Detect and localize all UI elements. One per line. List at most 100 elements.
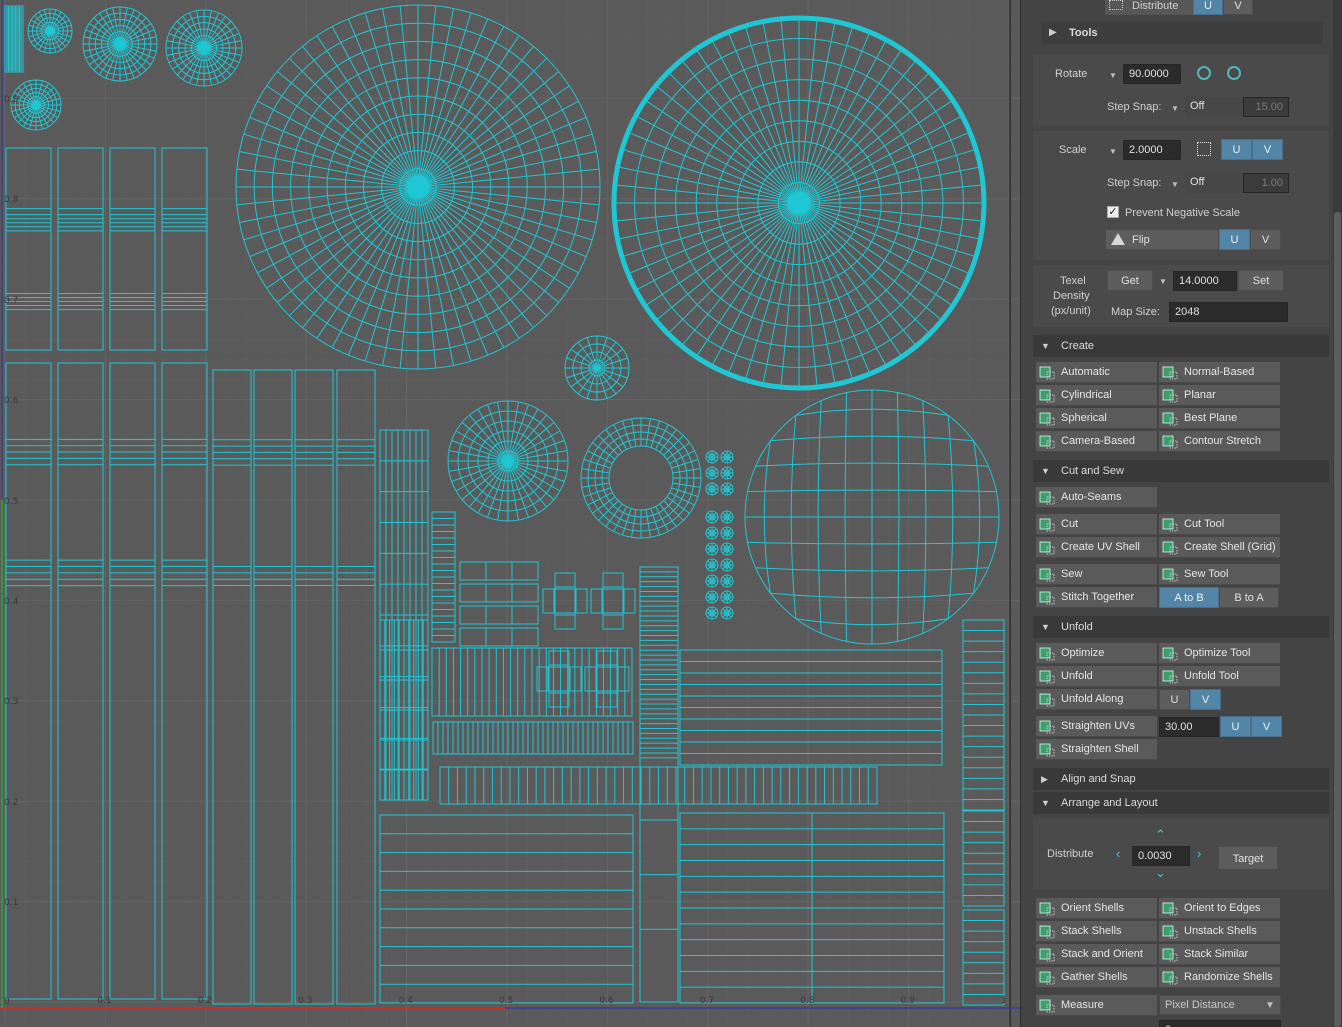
- scale-dropdown-arrow-icon[interactable]: ▼: [1109, 147, 1117, 156]
- rotate-value-field[interactable]: 90.0000: [1123, 64, 1181, 84]
- unfold-along-u-button[interactable]: U: [1159, 689, 1190, 710]
- straighten-u-button[interactable]: U: [1220, 716, 1251, 737]
- rotate-dropdown-arrow-icon[interactable]: ▼: [1109, 71, 1117, 80]
- distribute-target-button[interactable]: Target: [1218, 846, 1278, 870]
- uv-disc-shell: [705, 526, 719, 540]
- texel-density-value[interactable]: 14.0000: [1173, 271, 1237, 291]
- measure-mode-select[interactable]: Pixel Distance: [1159, 995, 1281, 1015]
- cylindrical-button[interactable]: Cylindrical: [1036, 385, 1157, 406]
- section-tools-header[interactable]: ▶ Tools: [1041, 22, 1323, 44]
- axis-label: 0.4: [398, 996, 413, 1006]
- scale-u-button[interactable]: U: [1221, 139, 1252, 160]
- best-plane-button[interactable]: Best Plane: [1159, 408, 1280, 429]
- scale-step-snap-dropdown-icon[interactable]: ▼: [1171, 180, 1179, 189]
- contour-stretch-button[interactable]: Contour Stretch: [1159, 431, 1280, 452]
- distribute-top-v-button[interactable]: V: [1223, 0, 1253, 15]
- section-arrange-layout-header[interactable]: ▼ Arrange and Layout: [1033, 792, 1329, 814]
- rotate-step-snap-dropdown-icon[interactable]: ▼: [1171, 104, 1179, 113]
- scale-v-button[interactable]: V: [1252, 139, 1283, 160]
- straighten-angle-field[interactable]: 30.00: [1159, 717, 1219, 737]
- rotate-step-snap-mode[interactable]: Off: [1185, 97, 1243, 117]
- straighten-v-button[interactable]: V: [1251, 716, 1282, 737]
- sew-button[interactable]: Sew: [1036, 564, 1157, 585]
- texel-set-button[interactable]: Set: [1238, 270, 1284, 291]
- create-uv-shell-button[interactable]: Create UV Shell: [1036, 537, 1157, 558]
- map-size-field[interactable]: 2048: [1169, 302, 1288, 322]
- randomize-shells-button[interactable]: Randomize Shells: [1159, 967, 1280, 988]
- automatic-icon: [1039, 365, 1055, 380]
- camera-based-button[interactable]: Camera-Based: [1036, 431, 1157, 452]
- straighten-shell-button[interactable]: Straighten Shell: [1036, 739, 1157, 760]
- rotate-label: Rotate: [1055, 68, 1088, 80]
- distribute-value-field[interactable]: 0.0030: [1132, 846, 1190, 866]
- gather-shells-button[interactable]: Gather Shells: [1036, 967, 1157, 988]
- uv-wireframe-canvas[interactable]: [0, 0, 1020, 1027]
- camera-based-label: Camera-Based: [1061, 435, 1135, 447]
- section-cut-sew-header[interactable]: ▼ Cut and Sew: [1033, 460, 1329, 482]
- rotate-ccw-icon[interactable]: [1197, 66, 1211, 80]
- sew-tool-button[interactable]: Sew Tool: [1159, 564, 1280, 585]
- uv-disc-shell: [720, 450, 734, 464]
- section-create-title: Create: [1061, 340, 1095, 352]
- cut-button[interactable]: Cut: [1036, 514, 1157, 535]
- texel-dropdown-arrow-icon[interactable]: ▼: [1159, 277, 1167, 286]
- unfold-along-v-button[interactable]: V: [1190, 689, 1221, 710]
- scrollbar-thumb[interactable]: [1334, 212, 1341, 1027]
- stitch-a-to-b-button[interactable]: A to B: [1159, 587, 1219, 608]
- chevron-down-icon[interactable]: ⌄: [1155, 866, 1166, 879]
- section-create-header[interactable]: ▼ Create: [1033, 335, 1329, 357]
- uv-shells: [4, 4, 1005, 1006]
- uv-rect-shell: [57, 147, 104, 351]
- stack-shells-button[interactable]: Stack Shells: [1036, 921, 1157, 942]
- unfold-tool-label: Unfold Tool: [1184, 670, 1239, 682]
- optimize-tool-button[interactable]: Optimize Tool: [1159, 643, 1280, 664]
- measure-button[interactable]: Measure: [1036, 995, 1157, 1016]
- chevron-up-icon[interactable]: ⌃: [1155, 828, 1166, 841]
- section-align-snap-header[interactable]: ▶ Align and Snap: [1033, 768, 1329, 790]
- automatic-button[interactable]: Automatic: [1036, 362, 1157, 383]
- flip-u-button[interactable]: U: [1219, 229, 1250, 250]
- spherical-button[interactable]: Spherical: [1036, 408, 1157, 429]
- create-shell-grid-button[interactable]: Create Shell (Grid): [1159, 537, 1280, 558]
- stack-and-orient-button[interactable]: Stack and Orient: [1036, 944, 1157, 965]
- uv-rect-shell: [161, 147, 208, 351]
- uv-editor-viewport[interactable]: 0.9 0.8 0.7 0.6 0.5 0.4 0.3 0.2 0.1 0 0.1 0.2 0.3 0.4…: [0, 0, 1020, 1027]
- cut-tool-button[interactable]: Cut Tool: [1159, 514, 1280, 535]
- orient-shells-button[interactable]: Orient Shells: [1036, 898, 1157, 919]
- rotate-step-snap-value[interactable]: 15.00: [1243, 97, 1289, 117]
- measure-mode-dropdown-icon[interactable]: ▼: [1265, 1000, 1275, 1011]
- best-plane-icon: [1162, 411, 1178, 426]
- prevent-negative-checkbox[interactable]: ✓: [1107, 206, 1119, 218]
- chevron-left-icon[interactable]: ‹: [1116, 847, 1120, 860]
- planar-button[interactable]: Planar: [1159, 385, 1280, 406]
- uv-disc-shell: [705, 482, 719, 496]
- spherical-icon: [1039, 411, 1055, 426]
- scale-step-snap-value[interactable]: 1.00: [1243, 173, 1289, 193]
- chevron-right-icon[interactable]: ›: [1197, 847, 1201, 860]
- flip-v-button[interactable]: V: [1250, 229, 1281, 250]
- stitch-together-button[interactable]: Stitch Together: [1036, 587, 1157, 608]
- panel-scrollbar[interactable]: [1333, 0, 1342, 1027]
- section-unfold-header[interactable]: ▼ Unfold: [1033, 616, 1329, 638]
- stitch-b-to-a-button[interactable]: B to A: [1219, 587, 1279, 608]
- scale-value-field[interactable]: 2.0000: [1123, 140, 1181, 160]
- unstack-shells-button[interactable]: Unstack Shells: [1159, 921, 1280, 942]
- unfold-along-button[interactable]: Unfold Along: [1036, 689, 1157, 710]
- distribute-top-u-button[interactable]: U: [1193, 0, 1223, 15]
- unfold-tool-button[interactable]: Unfold Tool: [1159, 666, 1280, 687]
- optimize-button[interactable]: Optimize: [1036, 643, 1157, 664]
- orient-to-edges-button[interactable]: Orient to Edges: [1159, 898, 1280, 919]
- uv-disc-shell: [705, 606, 719, 620]
- scale-step-snap-label: Step Snap:: [1107, 177, 1162, 189]
- scale-uniform-icon[interactable]: [1197, 142, 1211, 156]
- straighten-uvs-button[interactable]: Straighten UVs: [1036, 716, 1157, 737]
- uv-disc-shell: [705, 574, 719, 588]
- optimize-tool-icon: [1162, 646, 1178, 661]
- auto-seams-button[interactable]: Auto-Seams: [1036, 487, 1157, 508]
- rotate-cw-icon[interactable]: [1227, 66, 1241, 80]
- stack-similar-button[interactable]: Stack Similar: [1159, 944, 1280, 965]
- normal-based-button[interactable]: Normal-Based: [1159, 362, 1280, 383]
- unfold-button[interactable]: Unfold: [1036, 666, 1157, 687]
- texel-get-button[interactable]: Get: [1107, 270, 1153, 291]
- scale-step-snap-mode[interactable]: Off: [1185, 173, 1243, 193]
